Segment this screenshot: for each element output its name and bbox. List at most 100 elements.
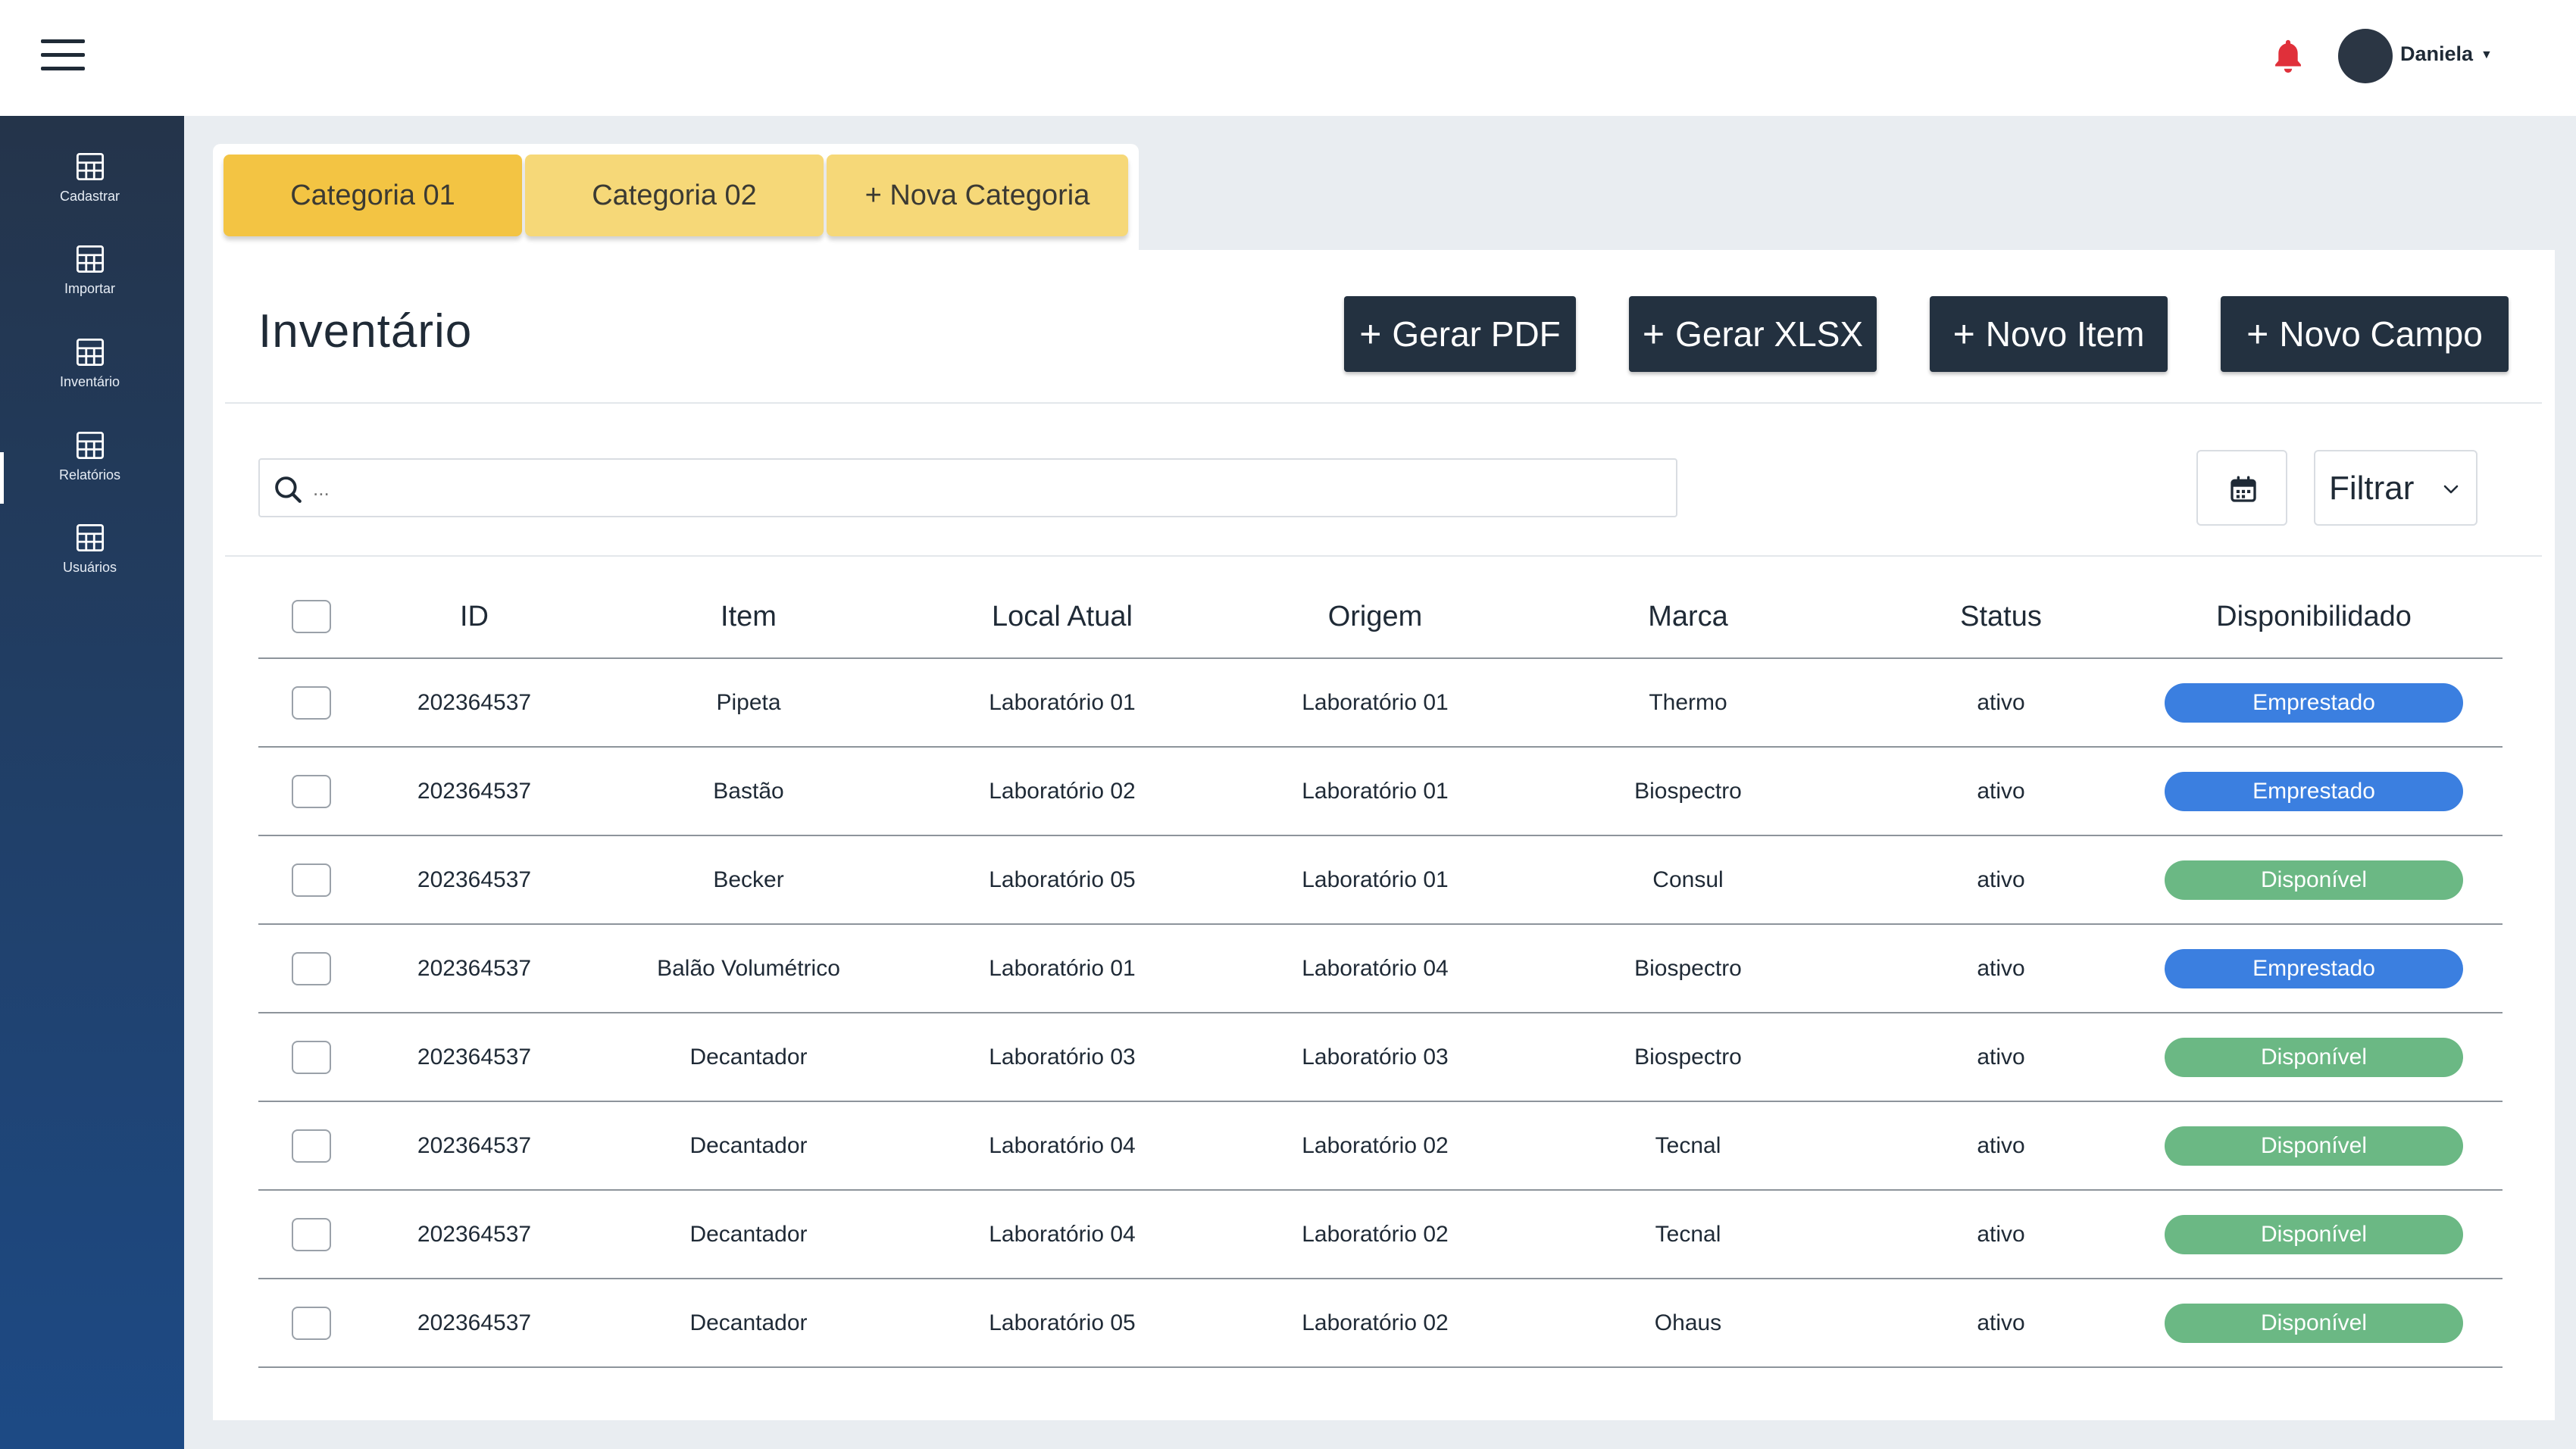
sidebar-item-label: Usuários bbox=[62, 560, 117, 575]
button-label: Gerar PDF bbox=[1392, 314, 1561, 354]
cell-local-atual: Laboratório 05 bbox=[989, 1310, 1136, 1335]
row-checkbox[interactable] bbox=[292, 1129, 331, 1163]
cell-marca: Tecnal bbox=[1655, 1221, 1721, 1247]
table-header: ID Item Local Atual Origem Marca Status … bbox=[258, 576, 2503, 659]
cell-item: Decantador bbox=[689, 1310, 808, 1335]
row-checkbox[interactable] bbox=[292, 1040, 331, 1074]
cell-item: Pipeta bbox=[716, 689, 781, 715]
cell-marca: Biospectro bbox=[1634, 778, 1742, 804]
availability-badge: Disponível bbox=[2165, 860, 2463, 900]
cell-item: Decantador bbox=[689, 1221, 808, 1247]
cell-disponibilidade: Disponível bbox=[2165, 1013, 2463, 1101]
cell-local-atual: Laboratório 04 bbox=[989, 1221, 1136, 1247]
availability-badge: Disponível bbox=[2165, 1126, 2463, 1166]
header-disponibilidade[interactable]: Disponibilidado bbox=[2165, 576, 2463, 657]
cell-disponibilidade: Disponível bbox=[2165, 1102, 2463, 1189]
cell-local-atual: Laboratório 03 bbox=[989, 1044, 1136, 1070]
table-row[interactable]: 202364537 Decantador Laboratório 03 Laborat… bbox=[258, 1013, 2503, 1102]
cell-status: ativo bbox=[1977, 1310, 2025, 1335]
sidebar-item-importar[interactable]: Importar bbox=[0, 243, 180, 326]
search-box[interactable] bbox=[258, 458, 1677, 517]
table-icon bbox=[76, 152, 104, 181]
table-row[interactable]: 202364537 Decantador Laboratório 04 Laborat… bbox=[258, 1191, 2503, 1279]
row-checkbox[interactable] bbox=[292, 951, 331, 985]
header-local-atual[interactable]: Local Atual bbox=[913, 576, 1211, 657]
row-checkbox[interactable] bbox=[292, 685, 331, 720]
table-row[interactable]: 202364537 Bastão Laboratório 02 Laboratório… bbox=[258, 748, 2503, 836]
new-field-button[interactable]: + Novo Campo bbox=[2221, 296, 2509, 372]
notification-bell-icon[interactable] bbox=[2270, 38, 2306, 76]
select-all-checkbox[interactable] bbox=[292, 600, 331, 633]
new-item-button[interactable]: + Novo Item bbox=[1930, 296, 2168, 372]
cell-origem: Laboratório 01 bbox=[1302, 867, 1449, 892]
sidebar-item-inventario[interactable]: Inventário bbox=[0, 336, 180, 420]
menu-icon[interactable] bbox=[41, 39, 86, 70]
caret-down-icon: ▼ bbox=[2481, 48, 2493, 61]
table-row[interactable]: 202364537 Decantador Laboratório 04 Laborat… bbox=[258, 1102, 2503, 1191]
plus-icon: + bbox=[2246, 313, 2269, 355]
cell-marca: Consul bbox=[1652, 867, 1724, 892]
cell-marca: Ohaus bbox=[1654, 1310, 1722, 1335]
table-row[interactable]: 202364537 Balão Volumétrico Laboratório 01… bbox=[258, 925, 2503, 1013]
select-all-cell bbox=[258, 576, 364, 657]
cell-local-atual: Laboratório 05 bbox=[989, 867, 1136, 892]
row-select-cell bbox=[258, 1013, 364, 1101]
cell-marca: Biospectro bbox=[1634, 955, 1742, 981]
chevron-down-icon bbox=[2443, 485, 2459, 494]
divider bbox=[225, 402, 2542, 404]
header-marca[interactable]: Marca bbox=[1539, 576, 1837, 657]
row-checkbox[interactable] bbox=[292, 863, 331, 897]
table-body: 202364537 Pipeta Laboratório 01 Laboratório… bbox=[258, 659, 2503, 1368]
tab-nova-categoria[interactable]: + Nova Categoria bbox=[827, 155, 1128, 236]
generate-pdf-button[interactable]: + Gerar PDF bbox=[1344, 296, 1576, 372]
sidebar-item-cadastrar[interactable]: Cadastrar bbox=[0, 151, 180, 234]
cell-status: ativo bbox=[1977, 867, 2025, 892]
row-select-cell bbox=[258, 659, 364, 746]
cell-status: ativo bbox=[1977, 689, 2025, 715]
row-checkbox[interactable] bbox=[292, 1306, 331, 1340]
cell-origem: Laboratório 02 bbox=[1302, 1221, 1449, 1247]
sidebar-item-label: Importar bbox=[64, 281, 116, 296]
sidebar-item-relatorios[interactable]: Relatórios bbox=[0, 429, 180, 513]
inventory-table: ID Item Local Atual Origem Marca Status … bbox=[258, 576, 2503, 1368]
row-select-cell bbox=[258, 1102, 364, 1189]
search-icon bbox=[275, 476, 302, 503]
cell-status: ativo bbox=[1977, 1132, 2025, 1158]
header-origem[interactable]: Origem bbox=[1211, 576, 1539, 657]
tab-categoria-01[interactable]: Categoria 01 bbox=[224, 155, 522, 236]
table-row[interactable]: 202364537 Decantador Laboratório 05 Laborat… bbox=[258, 1279, 2503, 1368]
avatar[interactable] bbox=[2338, 29, 2393, 83]
row-checkbox[interactable] bbox=[292, 1217, 331, 1251]
cell-status: ativo bbox=[1977, 778, 2025, 804]
availability-badge: Emprestado bbox=[2165, 948, 2463, 988]
generate-xlsx-button[interactable]: + Gerar XLSX bbox=[1629, 296, 1877, 372]
filter-dropdown[interactable]: Filtrar bbox=[2314, 450, 2478, 526]
availability-badge: Emprestado bbox=[2165, 682, 2463, 723]
availability-badge: Disponível bbox=[2165, 1037, 2463, 1077]
table-icon bbox=[76, 523, 104, 552]
cell-disponibilidade: Emprestado bbox=[2165, 748, 2463, 835]
search-input[interactable] bbox=[313, 466, 1662, 511]
plus-icon: + bbox=[1642, 313, 1665, 355]
user-menu[interactable]: Daniela ▼ bbox=[2400, 42, 2493, 66]
header-item[interactable]: Item bbox=[584, 576, 913, 657]
cell-disponibilidade: Disponível bbox=[2165, 836, 2463, 923]
table-row[interactable]: 202364537 Pipeta Laboratório 01 Laboratório… bbox=[258, 659, 2503, 748]
user-name: Daniela bbox=[2400, 42, 2474, 65]
tab-categoria-02[interactable]: Categoria 02 bbox=[525, 155, 824, 236]
header-status[interactable]: Status bbox=[1837, 576, 2165, 657]
header-id[interactable]: ID bbox=[364, 576, 584, 657]
table-row[interactable]: 202364537 Becker Laboratório 05 Laboratório… bbox=[258, 836, 2503, 925]
inventory-card: Inventário + Gerar PDF + Gerar XLSX + Novo … bbox=[213, 250, 2555, 1420]
cell-origem: Laboratório 01 bbox=[1302, 689, 1449, 715]
cell-item: Decantador bbox=[689, 1132, 808, 1158]
divider bbox=[225, 555, 2542, 557]
date-filter-button[interactable] bbox=[2196, 450, 2287, 526]
sidebar-item-usuarios[interactable]: Usuários bbox=[0, 522, 180, 605]
cell-origem: Laboratório 04 bbox=[1302, 955, 1449, 981]
row-checkbox[interactable] bbox=[292, 774, 331, 808]
category-tabs: Categoria 01 Categoria 02 + Nova Categor… bbox=[213, 144, 1139, 258]
sidebar-item-label: Cadastrar bbox=[59, 189, 120, 204]
cell-id: 202364537 bbox=[417, 1310, 532, 1335]
cell-id: 202364537 bbox=[417, 689, 532, 715]
